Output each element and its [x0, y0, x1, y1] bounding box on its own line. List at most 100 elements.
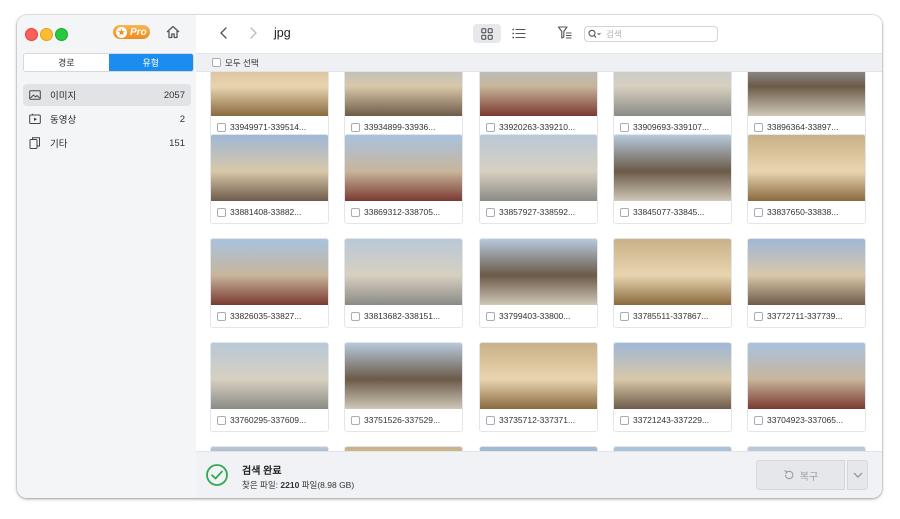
file-checkbox[interactable] [754, 207, 763, 217]
restore-icon [784, 470, 794, 480]
file-thumbnail [345, 343, 462, 409]
app-window: ★ Pro 경로 유형 이미지 2057 동영상 2 기타 151 jpg 검색… [17, 15, 882, 498]
file-thumbnail [614, 239, 731, 305]
file-checkbox[interactable] [217, 122, 226, 132]
check-circle-icon [206, 464, 228, 486]
file-thumbnail [614, 135, 731, 201]
file-name: 33813682-338151... [364, 311, 441, 321]
file-checkbox[interactable] [754, 311, 763, 321]
file-card[interactable]: 33896364-33897... [747, 72, 866, 139]
file-checkbox[interactable] [620, 207, 629, 217]
pro-badge[interactable]: ★ Pro [113, 25, 150, 39]
file-checkbox[interactable] [754, 122, 763, 132]
file-card[interactable]: 33735712-337371... [479, 342, 598, 432]
file-card[interactable]: 33799403-33800... [479, 238, 598, 328]
recover-label: 복구 [799, 471, 819, 483]
file-checkbox[interactable] [620, 415, 629, 425]
forward-icon[interactable] [246, 26, 260, 40]
file-card[interactable]: 33869312-338705... [344, 134, 463, 224]
file-checkbox[interactable] [486, 415, 495, 425]
zoom-window-button[interactable] [55, 28, 68, 41]
file-label: 33785511-337867... [620, 311, 708, 321]
file-thumbnail [614, 72, 731, 116]
tab-path[interactable]: 경로 [24, 54, 109, 71]
star-icon: ★ [116, 26, 127, 38]
file-name: 33949971-339514... [230, 122, 307, 132]
select-all-label[interactable]: 모두 선택 [225, 57, 259, 69]
file-checkbox[interactable] [351, 311, 360, 321]
file-card[interactable]: 33751526-337529... [344, 342, 463, 432]
file-thumbnail [748, 72, 865, 116]
found-count: 2210 [280, 480, 300, 490]
file-card[interactable]: 33949971-339514... [210, 72, 329, 139]
search-field[interactable]: 검색 [584, 26, 718, 42]
file-card[interactable]: 33837650-33838... [747, 134, 866, 224]
found-suffix: 파일(8.98 GB) [301, 480, 355, 490]
file-checkbox[interactable] [351, 415, 360, 425]
file-icon [29, 137, 40, 149]
file-checkbox[interactable] [351, 122, 360, 132]
select-all-checkbox[interactable] [212, 58, 221, 67]
filter-icon[interactable] [557, 25, 573, 41]
select-all-bar: 모두 선택 [196, 53, 882, 72]
file-label: 33920263-339210... [486, 122, 575, 132]
home-button[interactable] [165, 24, 181, 40]
sidebar-item-other[interactable]: 기타 151 [23, 132, 191, 154]
file-label: 33799403-33800... [486, 311, 570, 321]
file-checkbox[interactable] [754, 415, 763, 425]
file-card[interactable]: 33721243-337229... [613, 342, 732, 432]
recover-button[interactable]: 복구 [756, 460, 845, 490]
file-checkbox[interactable] [217, 415, 226, 425]
home-icon [166, 25, 180, 39]
file-thumbnail [748, 343, 865, 409]
file-thumbnail [345, 135, 462, 201]
file-checkbox[interactable] [486, 207, 495, 217]
sidebar-item-videos[interactable]: 동영상 2 [23, 108, 191, 130]
view-type-switch: 경로 유형 [23, 53, 194, 72]
file-card[interactable]: 33826035-33827... [210, 238, 329, 328]
file-checkbox[interactable] [486, 122, 495, 132]
file-name: 33826035-33827... [230, 311, 302, 321]
video-icon [29, 113, 41, 124]
file-card[interactable]: 33785511-337867... [613, 238, 732, 328]
close-window-button[interactable] [25, 28, 38, 41]
file-name: 33896364-33897... [767, 122, 839, 132]
file-card[interactable]: 33881408-33882... [210, 134, 329, 224]
file-checkbox[interactable] [620, 311, 629, 321]
back-icon[interactable] [217, 26, 231, 40]
file-label: 33704923-337065... [754, 415, 843, 425]
file-checkbox[interactable] [620, 122, 629, 132]
sidebar-item-label: 이미지 [50, 91, 77, 102]
list-view-button[interactable] [509, 24, 529, 43]
chevron-down-icon [853, 472, 862, 478]
file-name: 33845077-33845... [633, 207, 705, 217]
file-checkbox[interactable] [486, 311, 495, 321]
sidebar-item-images[interactable]: 이미지 2057 [23, 84, 191, 106]
grid-view-button[interactable] [473, 24, 501, 43]
file-checkbox[interactable] [217, 311, 226, 321]
file-checkbox[interactable] [217, 207, 226, 217]
file-card[interactable]: 33704923-337065... [747, 342, 866, 432]
file-name: 33909693-339107... [633, 122, 710, 132]
file-card[interactable]: 33760295-337609... [210, 342, 329, 432]
file-grid: 33949971-339514... 33934899-33936... 33920… [196, 72, 882, 451]
file-label: 33751526-337529... [351, 415, 440, 425]
file-card[interactable]: 33920263-339210... [479, 72, 598, 139]
file-name: 33735712-337371... [499, 415, 576, 425]
file-card[interactable]: 33934899-33936... [344, 72, 463, 139]
file-name: 33869312-338705... [364, 207, 441, 217]
file-card[interactable]: 33772711-337739... [747, 238, 866, 328]
file-card[interactable]: 33909693-339107... [613, 72, 732, 139]
scan-complete-title: 검색 완료 [242, 466, 282, 477]
file-label: 33837650-33838... [754, 207, 838, 217]
recover-options-dropdown[interactable] [847, 460, 868, 490]
file-checkbox[interactable] [351, 207, 360, 217]
file-card[interactable]: 33813682-338151... [344, 238, 463, 328]
minimize-window-button[interactable] [40, 28, 53, 41]
file-thumbnail [614, 343, 731, 409]
sidebar-item-count: 2057 [163, 89, 185, 101]
file-card[interactable]: 33857927-338592... [479, 134, 598, 224]
file-card[interactable]: 33845077-33845... [613, 134, 732, 224]
pro-badge-label: Pro [130, 26, 147, 38]
tab-type[interactable]: 유형 [108, 54, 193, 71]
